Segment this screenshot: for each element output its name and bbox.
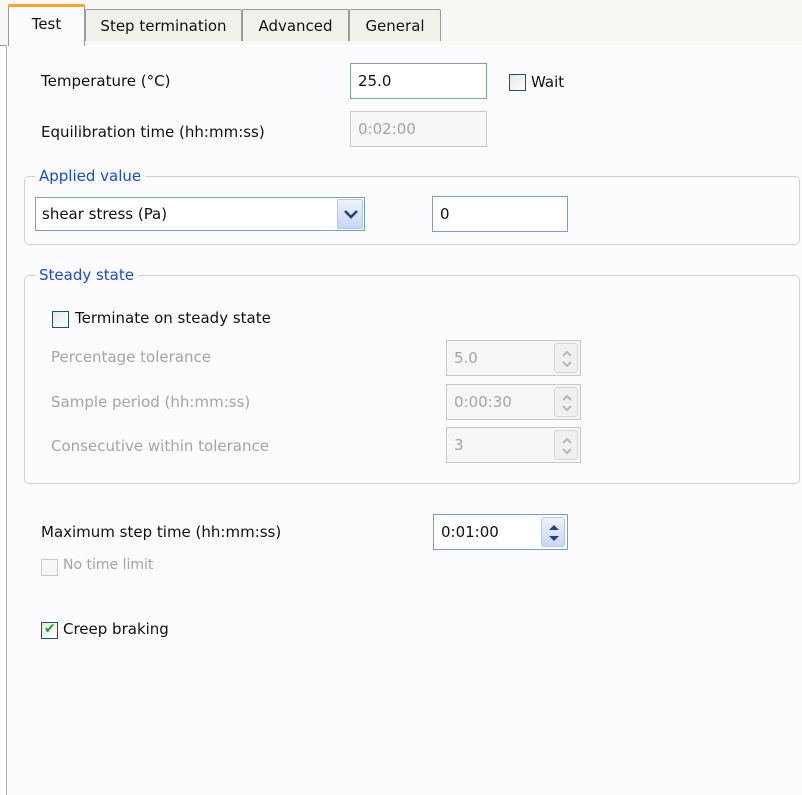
tab-general[interactable]: General	[349, 9, 441, 41]
consecutive-within-tolerance-label: Consecutive within tolerance	[51, 437, 269, 455]
temperature-label: Temperature (°C)	[41, 72, 171, 90]
creep-braking-label: Creep braking	[63, 620, 169, 638]
terminate-steady-state-checkbox[interactable]	[52, 311, 69, 328]
spinner-icon[interactable]	[554, 343, 578, 373]
no-time-limit-label: No time limit	[63, 557, 154, 573]
applied-value-input[interactable]: 0	[432, 196, 568, 232]
temperature-input[interactable]: 25.0	[350, 63, 487, 99]
tab-test[interactable]: Test	[8, 4, 85, 46]
sample-period-label: Sample period (hh:mm:ss)	[51, 393, 251, 411]
creep-braking-checkbox[interactable]: ✔	[41, 621, 58, 639]
tab-strip: Test Step termination Advanced General	[0, 0, 802, 46]
no-time-limit-checkbox[interactable]	[41, 559, 58, 576]
equilibration-time-input[interactable]: 0:02:00	[350, 111, 487, 147]
spinner-icon[interactable]	[541, 517, 565, 547]
test-tab-panel: Temperature (°C) 25.0 Wait Equilibration…	[6, 45, 802, 795]
tab-step-termination[interactable]: Step termination	[85, 9, 242, 41]
spinner-icon[interactable]	[554, 387, 578, 417]
applied-value-selected: shear stress (Pa)	[42, 205, 168, 223]
maximum-step-time-label: Maximum step time (hh:mm:ss)	[41, 523, 282, 541]
applied-value-legend: Applied value	[39, 167, 142, 185]
consecutive-within-tolerance-input[interactable]: 3	[446, 427, 581, 463]
maximum-step-time-input[interactable]: 0:01:00	[433, 514, 568, 550]
maximum-step-time-value: 0:01:00	[441, 523, 499, 541]
chevron-down-icon[interactable]	[337, 199, 363, 229]
sample-period-input[interactable]: 0:00:30	[446, 384, 581, 420]
consecutive-within-tolerance-value: 3	[454, 436, 464, 454]
checkmark-icon: ✔	[44, 621, 56, 637]
sample-period-value: 0:00:30	[454, 393, 512, 411]
wait-checkbox[interactable]	[509, 74, 526, 91]
percentage-tolerance-input[interactable]: 5.0	[446, 340, 581, 376]
applied-value-select[interactable]: shear stress (Pa)	[35, 197, 365, 231]
equilibration-time-label: Equilibration time (hh:mm:ss)	[41, 123, 265, 141]
spinner-icon[interactable]	[554, 430, 578, 460]
percentage-tolerance-label: Percentage tolerance	[51, 348, 211, 366]
percentage-tolerance-value: 5.0	[454, 349, 478, 367]
terminate-steady-state-label: Terminate on steady state	[75, 309, 271, 327]
steady-state-legend: Steady state	[39, 266, 134, 284]
wait-label: Wait	[531, 73, 565, 91]
tab-advanced[interactable]: Advanced	[242, 9, 349, 41]
